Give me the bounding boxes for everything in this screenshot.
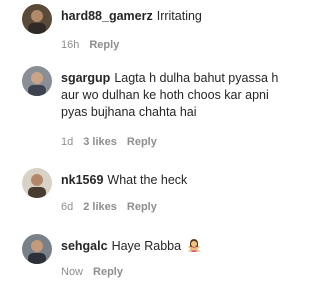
comment-meta: 6d 2 likes Reply [61,201,167,213]
comment-username[interactable]: sgargup [61,71,110,85]
reply-button[interactable]: Reply [127,136,157,148]
comment-likes[interactable]: 2 likes [83,201,117,213]
comment-body: nk1569 What the heck [61,172,281,189]
avatar[interactable] [22,234,52,264]
reply-button[interactable]: Reply [89,39,119,51]
comment-meta: 1d 3 likes Reply [61,136,167,148]
comment-time: 1d [61,136,74,148]
comment-text: Irritating [156,9,202,23]
comment-likes[interactable]: 3 likes [83,136,117,148]
comment-body: hard88_gamerz Irritating [61,8,281,25]
avatar[interactable] [22,66,52,96]
avatar[interactable] [22,4,52,34]
comment-meta: 16h Reply [61,39,129,51]
comment-username[interactable]: hard88_gamerz [61,9,153,23]
avatar[interactable] [22,168,52,198]
comment-meta: Now Reply [61,266,133,278]
comment-time: 16h [61,39,80,51]
reply-button[interactable]: Reply [93,266,123,278]
comment-text: Haye Rabba [111,239,182,253]
comment-username[interactable]: nk1569 [61,173,103,187]
comment-text: What the heck [107,173,188,187]
comment-time: 6d [61,201,74,213]
comment-body: sgargup Lagta h dulha bahut pyassa h aur … [61,70,281,121]
comment-time: Now [61,266,84,278]
reply-button[interactable]: Reply [127,201,157,213]
woman-gesturing-no-emoji-icon [187,238,201,252]
comment-username[interactable]: sehgalc [61,239,108,253]
comment-body: sehgalc Haye Rabba [61,238,281,255]
